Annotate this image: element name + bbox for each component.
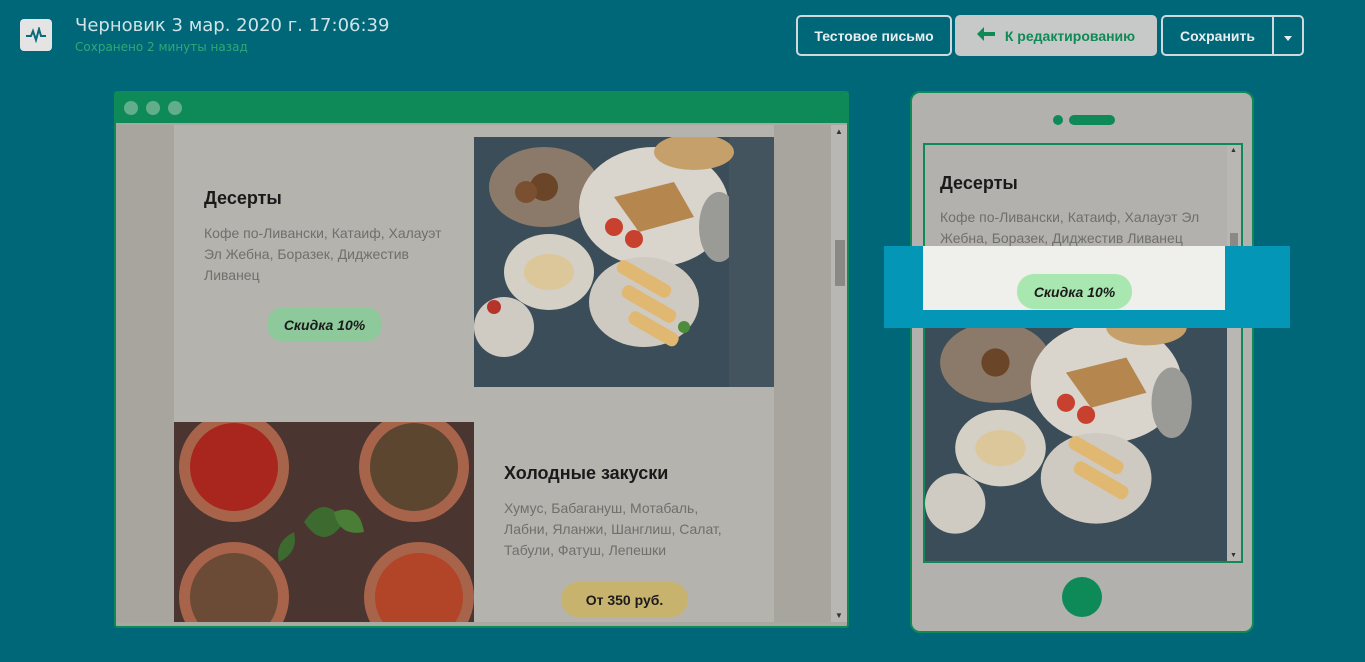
scroll-up-icon[interactable]: ▲	[1230, 147, 1237, 154]
desktop-preview: Десерты Кофе по-Ливански, Катаиф, Халауэ…	[114, 91, 849, 628]
mobile-food-image	[925, 311, 1227, 561]
window-dot-icon	[168, 101, 182, 115]
cold-snacks-badge[interactable]: От 350 руб.	[561, 582, 688, 617]
test-email-label: Тестовое письмо	[814, 27, 934, 44]
window-titlebar	[116, 93, 847, 123]
cold-snacks-title: Холодные закуски	[504, 463, 669, 483]
phone-camera-icon	[1053, 115, 1063, 125]
phone-home-button	[1062, 577, 1102, 617]
mobile-preview: Десерты Кофе по-Ливански, Катаиф, Халауэ…	[910, 91, 1254, 633]
email-canvas: Десерты Кофе по-Ливански, Катаиф, Халауэ…	[116, 125, 833, 622]
cold-snacks-text: Хумус, Бабагануш, Мотабаль, Лабни, Яланж…	[504, 500, 722, 558]
scroll-down-icon[interactable]: ▼	[835, 611, 843, 620]
desserts-badge[interactable]: Скидка 10%	[267, 307, 382, 342]
window-dot-icon	[146, 101, 160, 115]
scrollbar-thumb[interactable]	[835, 240, 845, 286]
phone-screen: Десерты Кофе по-Ливански, Катаиф, Халауэ…	[923, 143, 1243, 563]
back-to-edit-button[interactable]: К редактированию	[955, 15, 1157, 56]
scroll-down-icon[interactable]: ▼	[1230, 552, 1237, 559]
desserts-text: Кофе по-Ливански, Катаиф, Халауэт Эл Жеб…	[204, 225, 442, 283]
cold-snacks-food-image	[174, 422, 474, 622]
scroll-up-icon[interactable]: ▲	[835, 127, 843, 136]
mobile-desserts-badge[interactable]: Скидка 10%	[1017, 274, 1132, 309]
desserts-food-image	[474, 137, 774, 387]
desktop-scrollbar[interactable]: ▲ ▼	[831, 125, 847, 622]
arrow-left-icon	[976, 27, 995, 44]
mobile-scrollbar[interactable]: ▲ ▼	[1227, 145, 1241, 561]
email-body: Десерты Кофе по-Ливански, Катаиф, Халауэ…	[174, 125, 774, 622]
save-label: Сохранить	[1180, 27, 1255, 44]
back-to-edit-label: К редактированию	[1004, 27, 1136, 44]
save-dropdown-button[interactable]	[1272, 15, 1304, 56]
phone-speaker-icon	[1069, 115, 1115, 125]
draft-title: Черновик 3 мар. 2020 г. 17:06:39	[75, 15, 390, 36]
test-email-button[interactable]: Тестовое письмо	[796, 15, 952, 56]
desserts-title: Десерты	[204, 188, 282, 208]
save-status: Сохранено 2 минуты назад	[75, 40, 248, 54]
app-logo-icon[interactable]	[20, 19, 52, 51]
mobile-desserts-text: Кофе по-Ливански, Катаиф, Халауэт Эл Жеб…	[940, 209, 1200, 246]
mobile-desserts-title: Десерты	[940, 173, 1018, 193]
save-button[interactable]: Сохранить	[1161, 15, 1274, 56]
chevron-down-icon	[1284, 28, 1292, 44]
window-dot-icon	[124, 101, 138, 115]
